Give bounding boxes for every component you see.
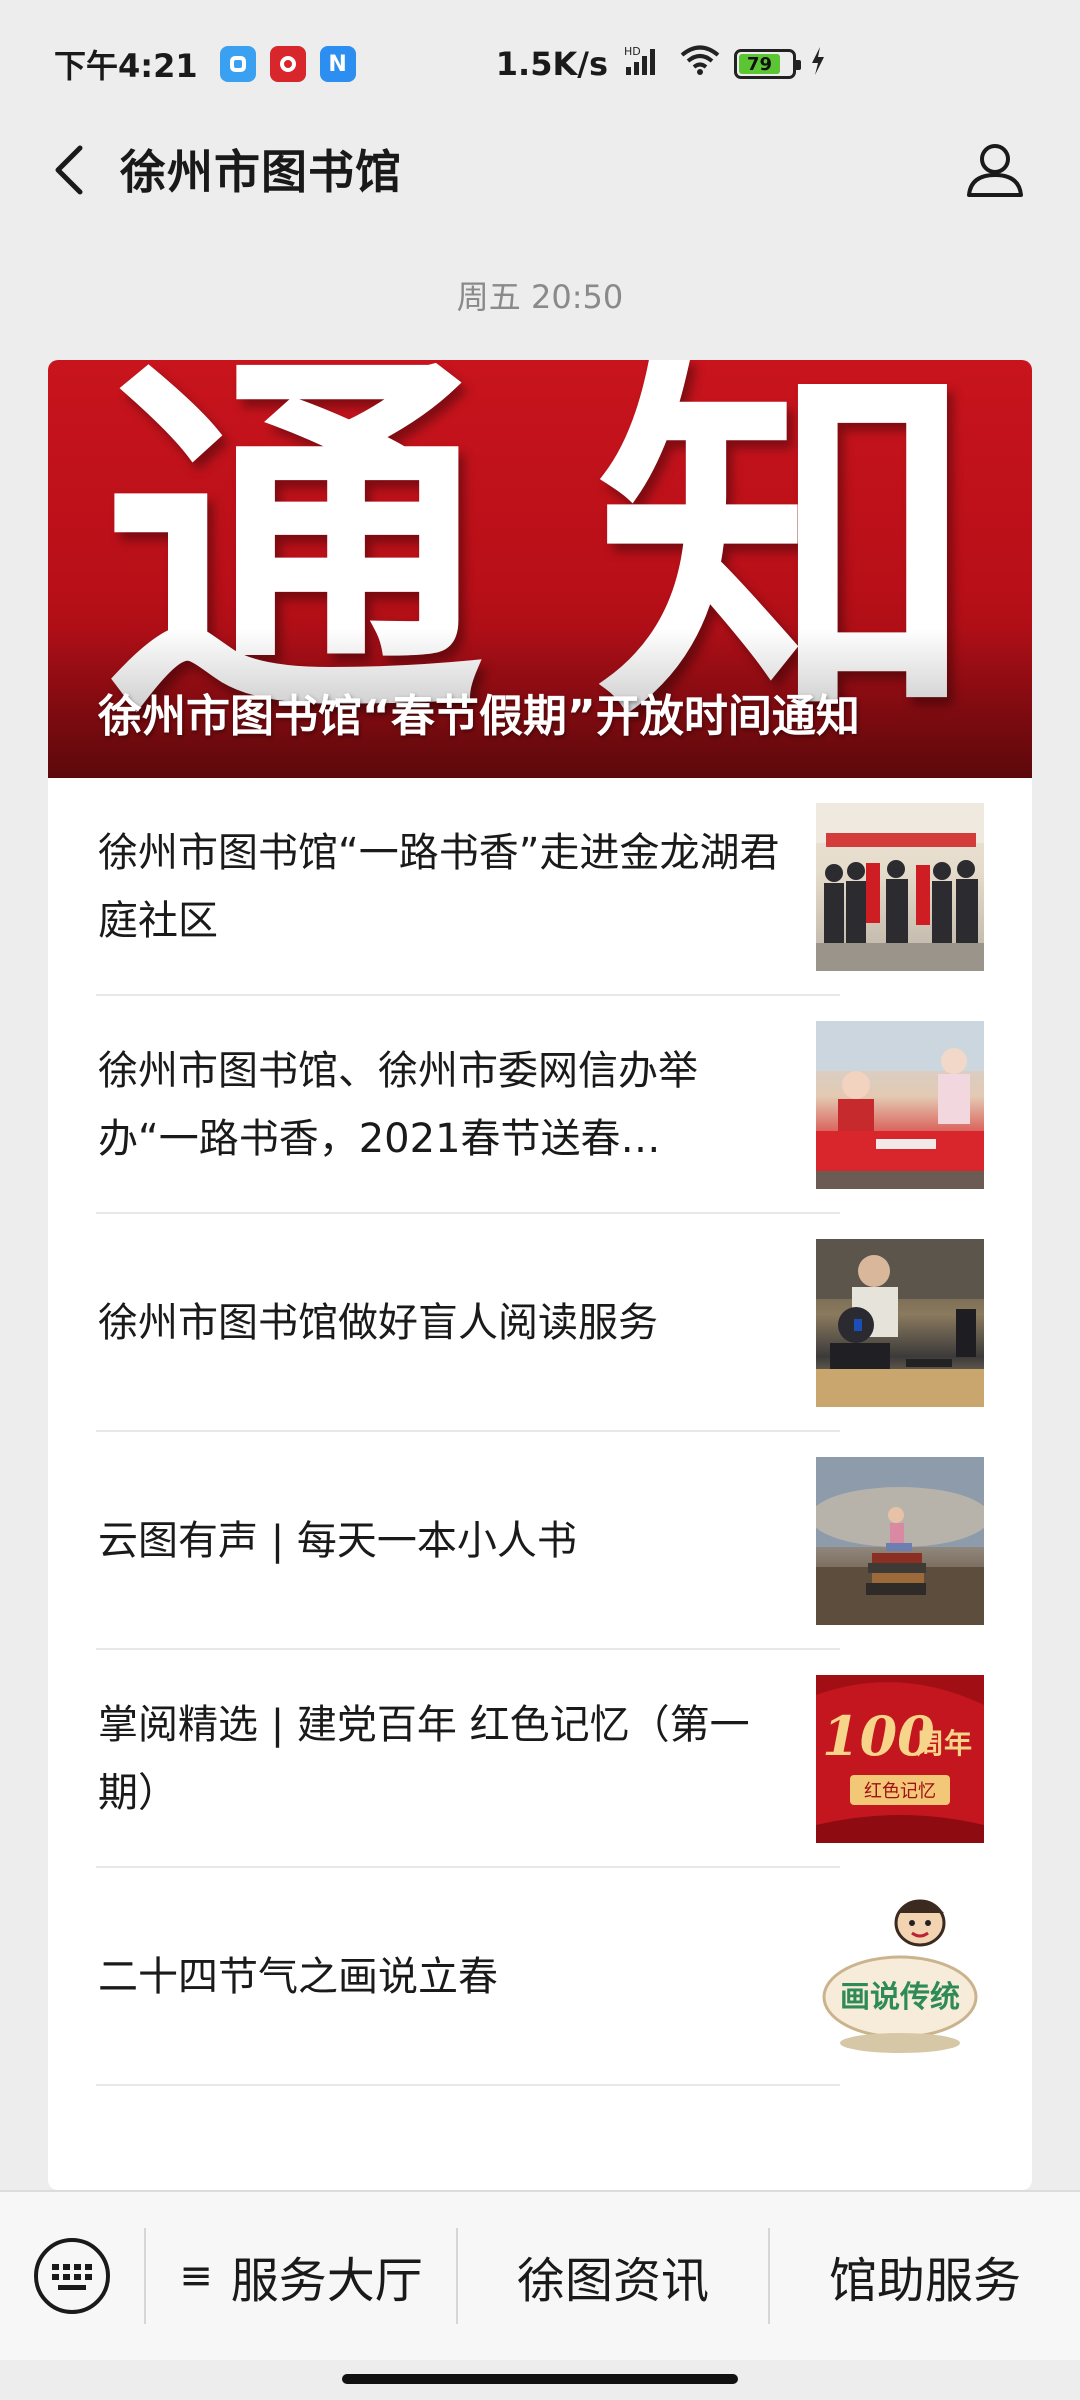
charging-icon (810, 45, 826, 83)
divider (96, 2084, 840, 2086)
battery-indicator: 79 (734, 49, 801, 79)
network-speed: 1.5K/s (495, 45, 608, 83)
poster-anniversary-text: 周年 (916, 1727, 972, 1760)
article-title: 二十四节气之画说立春 (98, 1954, 498, 2000)
article-item[interactable]: 云图有声 | 每天一本小人书 (48, 1432, 1032, 1650)
featured-article-title: 徐州市图书馆“春节假期”开放时间通知 (98, 691, 860, 742)
menu-library-services[interactable]: 馆助服务 (770, 2191, 1080, 2361)
signal-icon: HD (622, 43, 666, 85)
top-nav: 徐州市图书馆 (0, 128, 1080, 212)
article-item[interactable]: 二十四节气之画说立春 画说传统 (48, 1868, 1032, 2086)
status-right: 1.5K/s HD 79 (496, 43, 826, 85)
profile-button[interactable] (960, 134, 1030, 204)
notification-app-icon-1 (219, 46, 256, 82)
keyboard-toggle-button[interactable] (0, 2191, 144, 2361)
article-item[interactable]: 徐州市图书馆“一路书香”走进金龙湖君庭社区 (48, 778, 1032, 996)
photo-reading-computer-icon (816, 1239, 984, 1407)
bottom-menu-bar: ≡ 服务大厅 徐图资讯 馆助服务 (0, 2190, 1080, 2360)
article-list: 徐州市图书馆“一路书香”走进金龙湖君庭社区 徐州市图书馆、徐州市委网信办举办“一… (48, 778, 1032, 2086)
article-title: 徐州市图书馆“一路书香”走进金龙湖君庭社区 (98, 830, 780, 944)
article-item[interactable]: 徐州市图书馆、徐州市委网信办举办“一路书香，2021春节送春… (48, 996, 1032, 1214)
article-thumbnail (816, 1239, 984, 1407)
wifi-icon (680, 44, 720, 84)
article-card: 通 知 徐州市图书馆“春节假期”开放时间通知 徐州市图书馆“一路书香”走进金龙湖… (48, 360, 1032, 2190)
status-time: 下午4:21 (54, 47, 198, 85)
cartoon-caption: 画说传统 (840, 1980, 960, 2015)
poster-tag-text: 红色记忆 (864, 1781, 936, 1802)
article-title: 云图有声 | 每天一本小人书 (98, 1518, 577, 1564)
article-title: 徐州市图书馆做好盲人阅读服务 (98, 1300, 658, 1346)
status-left: 下午4:21 N (54, 41, 356, 87)
menu-label: 服务大厅 (230, 2253, 423, 2309)
message-timestamp: 周五 20:50 (456, 278, 624, 316)
notification-app-icon-2 (269, 46, 306, 82)
cartoon-huashuo-icon: 画说传统 (822, 1899, 978, 2053)
home-indicator[interactable] (342, 2374, 738, 2384)
article-thumbnail (816, 1021, 984, 1189)
article-title: 掌阅精选 | 建党百年 红色记忆（第一期） (98, 1702, 750, 1816)
article-item[interactable]: 徐州市图书馆做好盲人阅读服务 (48, 1214, 1032, 1432)
menu-label: 馆助服务 (828, 2253, 1021, 2309)
article-item[interactable]: 掌阅精选 | 建党百年 红色记忆（第一期） 100 周年 红色记忆 (48, 1650, 1032, 1868)
hd-label: HD (624, 45, 641, 58)
menu-lines-icon: ≡ (179, 2253, 213, 2299)
photo-calligraphy-icon (816, 1021, 984, 1189)
article-thumbnail (816, 1457, 984, 1625)
featured-article[interactable]: 通 知 徐州市图书馆“春节假期”开放时间通知 (48, 360, 1032, 778)
menu-label: 徐图资讯 (516, 2253, 709, 2309)
battery-level: 79 (739, 54, 781, 75)
chevron-left-icon (55, 145, 83, 195)
notification-app-icon-3: N (319, 46, 356, 82)
keyboard-icon (34, 2238, 110, 2314)
photo-girl-books-icon (816, 1457, 984, 1625)
article-thumbnail: 100 周年 红色记忆 (816, 1675, 984, 1843)
status-bar: 下午4:21 N 1.5K/s HD 79 (0, 0, 1080, 128)
poster-100-years-icon: 100 周年 红色记忆 (816, 1675, 984, 1843)
person-icon (967, 144, 1023, 197)
back-button[interactable] (40, 142, 96, 198)
article-thumbnail: 画说传统 (816, 1893, 984, 2061)
page-title: 徐州市图书馆 (120, 145, 402, 199)
menu-news[interactable]: 徐图资讯 (458, 2191, 768, 2361)
menu-service-hall[interactable]: ≡ 服务大厅 (146, 2191, 456, 2361)
article-title: 徐州市图书馆、徐州市委网信办举办“一路书香，2021春节送春… (98, 1048, 698, 1162)
article-thumbnail (816, 803, 984, 971)
photo-group-couplets-icon (816, 803, 984, 971)
